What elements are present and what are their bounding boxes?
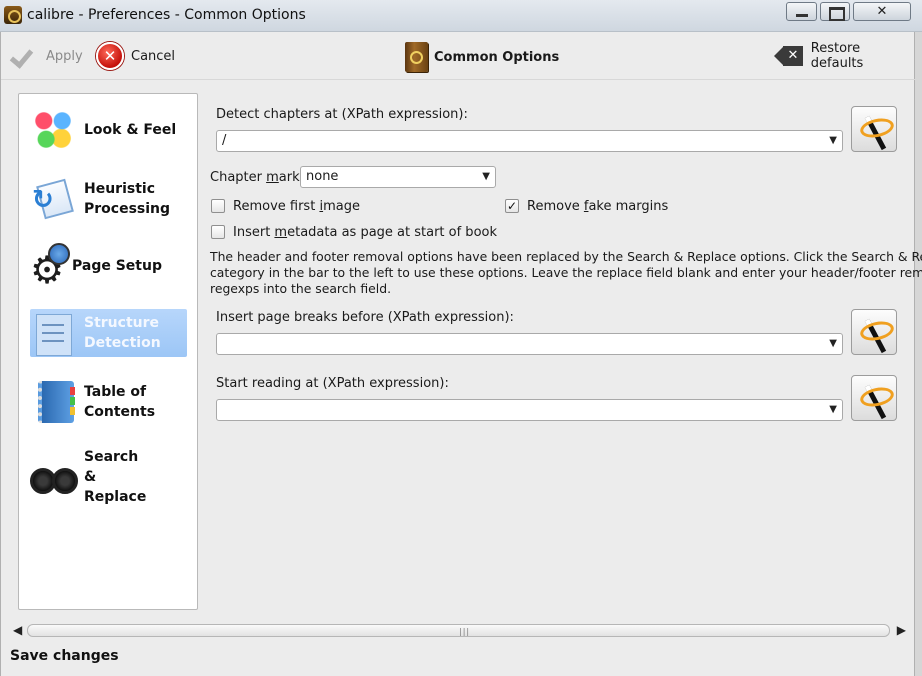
restore-defaults-button[interactable]: Restore defaults	[774, 41, 916, 71]
wizard-wand-button-page-breaks[interactable]	[851, 309, 897, 355]
detect-chapters-value: /	[222, 133, 227, 148]
remove-first-image-label-part: Remove first	[233, 199, 320, 214]
checkmark-icon	[11, 45, 39, 67]
calibre-app-icon	[4, 6, 22, 24]
start-reading-label: Start reading at (XPath expression):	[216, 376, 449, 391]
close-window-button[interactable]: ✕	[853, 2, 911, 21]
header-footer-info-text: The header and footer removal options ha…	[210, 249, 922, 297]
apply-label: Apply	[46, 48, 83, 64]
sidebar-item-label: Structure Detection	[84, 315, 161, 351]
scrollbar-grip-icon: |||	[459, 627, 471, 636]
category-sidebar: Look & Feel Heuristic Processing Page Se…	[18, 93, 198, 610]
minimize-button[interactable]	[786, 2, 817, 21]
binoculars-icon	[30, 454, 78, 500]
detect-chapters-combo[interactable]: / ▼	[216, 130, 843, 152]
common-options-book-icon	[405, 42, 428, 72]
restore-defaults-label: Restore defaults	[810, 41, 864, 71]
insert-metadata-label: Insert metadata as page at start of book	[233, 225, 497, 240]
chapter-mark-label-part: Chapter	[210, 170, 267, 185]
remove-fake-margins-label: Remove fake margins	[527, 199, 668, 214]
scrollbar-thumb[interactable]: |||	[27, 624, 890, 637]
preferences-dialog: Apply ✕ Cancel Common Options Restore de…	[0, 32, 922, 676]
page-breaks-combo[interactable]: ▼	[216, 333, 843, 355]
maximize-button[interactable]	[820, 2, 850, 21]
chapter-mark-label: Chapter mark:	[210, 170, 304, 185]
heuristic-icon	[30, 176, 76, 222]
info-line: category in the bar to the left to use t…	[210, 265, 922, 280]
sidebar-item-label: Look & Feel	[84, 122, 177, 138]
sidebar-item-heuristic-processing[interactable]: Heuristic Processing	[30, 176, 187, 222]
info-line: regexps into the search field.	[210, 281, 392, 296]
page-setup-icon	[30, 243, 76, 289]
detect-chapters-label: Detect chapters at (XPath expression):	[216, 107, 468, 122]
preferences-toolbar: Apply ✕ Cancel Common Options Restore de…	[1, 32, 916, 80]
chapter-mark-select[interactable]: none ▼	[300, 166, 496, 188]
current-section-title: Common Options	[405, 41, 559, 73]
remove-first-image-checkbox[interactable]	[211, 199, 225, 213]
backspace-clear-icon	[774, 46, 804, 66]
apply-button[interactable]: Apply	[11, 41, 83, 71]
checkmark-icon: ✓	[506, 199, 518, 213]
sidebar-item-page-setup[interactable]: Page Setup	[30, 241, 187, 291]
sidebar-item-look-feel[interactable]: Look & Feel	[30, 104, 187, 156]
look-feel-icon	[30, 107, 76, 153]
window-titlebar: calibre - Preferences - Common Options ✕	[0, 0, 922, 32]
minimize-icon	[787, 3, 816, 20]
sidebar-item-label: Search & Replace	[84, 449, 147, 505]
status-bar-text: Save changes	[10, 648, 119, 664]
horizontal-scrollbar[interactable]: ◀ ||| ▶	[13, 623, 906, 637]
chevron-down-icon: ▼	[482, 171, 490, 182]
remove-first-image-label: Remove first image	[233, 199, 360, 214]
chapter-mark-label-accel: m	[266, 170, 279, 185]
remove-fake-margins-label-part: ake margins	[588, 199, 669, 214]
cancel-button[interactable]: ✕ Cancel	[96, 41, 175, 71]
cancel-x-icon: ✕	[96, 42, 124, 70]
page-breaks-label: Insert page breaks before (XPath express…	[216, 310, 514, 325]
sidebar-item-search-replace[interactable]: Search & Replace	[30, 444, 187, 510]
scroll-left-arrow-icon[interactable]: ◀	[13, 623, 22, 637]
remove-fake-margins-label-part: Remove	[527, 199, 584, 214]
structure-icon	[30, 310, 76, 356]
sidebar-item-label: Page Setup	[72, 258, 162, 274]
sidebar-item-table-of-contents[interactable]: Table of Contents	[30, 377, 187, 427]
chevron-down-icon: ▼	[829, 338, 837, 349]
window-title: calibre - Preferences - Common Options	[27, 7, 306, 23]
info-line: The header and footer removal options ha…	[210, 249, 922, 264]
chevron-down-icon: ▼	[829, 404, 837, 415]
start-reading-combo[interactable]: ▼	[216, 399, 843, 421]
insert-metadata-label-part: Insert	[233, 225, 275, 240]
toc-icon	[30, 379, 76, 425]
wizard-wand-button-start-reading[interactable]	[851, 375, 897, 421]
insert-metadata-label-part: etadata as page at start of book	[287, 225, 497, 240]
insert-metadata-checkbox[interactable]	[211, 225, 225, 239]
section-title-text: Common Options	[434, 49, 560, 65]
sidebar-item-label: Heuristic Processing	[84, 181, 171, 217]
sidebar-item-label: Table of Contents	[84, 384, 156, 420]
chapter-mark-value: none	[306, 169, 339, 184]
cancel-label: Cancel	[131, 48, 176, 64]
sidebar-item-structure-detection[interactable]: Structure Detection	[30, 309, 187, 357]
maximize-icon	[821, 3, 849, 21]
wizard-wand-button-chapters[interactable]	[851, 106, 897, 152]
scroll-right-arrow-icon[interactable]: ▶	[897, 623, 906, 637]
remove-first-image-label-part: mage	[323, 199, 360, 214]
remove-fake-margins-checkbox[interactable]: ✓	[505, 199, 519, 213]
insert-metadata-label-accel: m	[274, 225, 288, 240]
chevron-down-icon: ▼	[829, 135, 837, 146]
close-icon: ✕	[876, 4, 888, 19]
